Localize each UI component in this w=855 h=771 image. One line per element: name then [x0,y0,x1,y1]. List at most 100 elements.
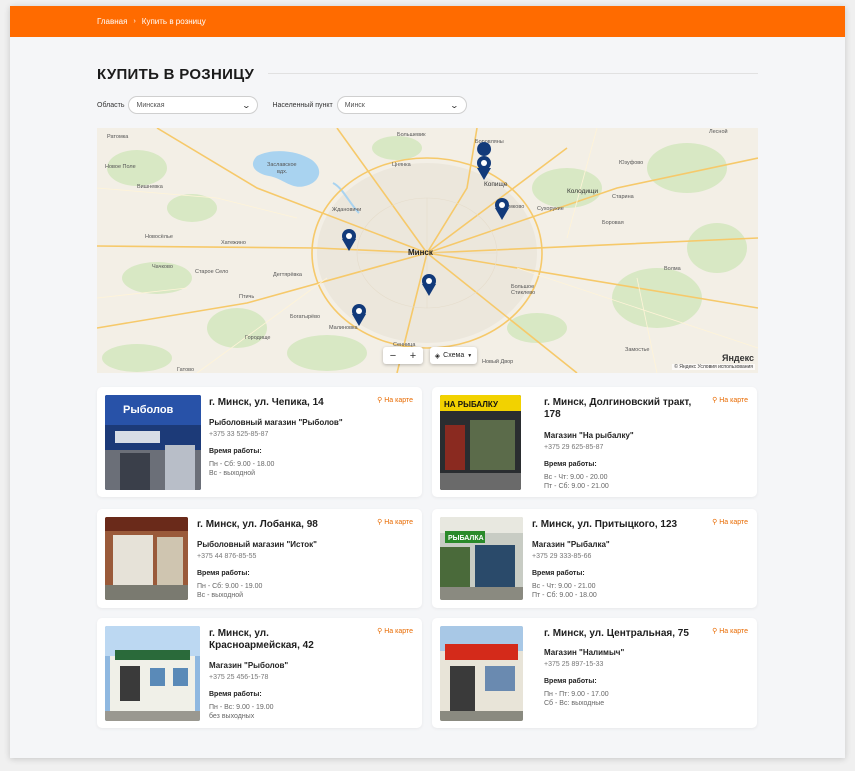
svg-text:Богатырёво: Богатырёво [290,314,320,320]
map-pin-icon: ⚲ [712,519,718,526]
show-on-map-link[interactable]: ⚲ На карте [377,627,413,636]
show-on-map-link[interactable]: ⚲ На карте [712,396,748,405]
store-name: Магазин "Рыболов" [209,661,289,670]
store-card: г. Минск, ул. Центральная, 75 ⚲ На карте … [432,618,757,728]
show-on-map-link[interactable]: ⚲ На карте [377,518,413,527]
show-on-map-label: На карте [384,518,413,526]
map-pin-icon: ⚲ [712,397,718,404]
svg-text:Колодищи: Колодищи [567,188,598,195]
city-select-value: Минск [344,101,365,109]
store-card: Рыболов г. Минск, ул. Чепика, 14 ⚲ На кар… [97,387,422,497]
store-sign: НА РЫБАЛКУ [444,400,499,409]
store-address: г. Минск, Долгиновский тракт, 178 [544,397,694,421]
svg-text:Цнянка: Цнянка [392,162,412,168]
hours-title: Время работы: [209,691,262,698]
show-on-map-label: На карте [384,627,413,635]
svg-text:Ратомка: Ратомка [107,134,129,140]
store-phone[interactable]: +375 33 525-85-87 [209,431,268,438]
svg-text:Копище: Копище [484,181,508,188]
store-hours-line2: Пт - Сб: 9.00 - 21.00 [544,483,609,490]
hours-title: Время работы: [544,461,597,468]
show-on-map-link[interactable]: ⚲ На карте [377,396,413,405]
svg-text:Стиклево: Стиклево [511,290,535,296]
svg-text:Малиновка: Малиновка [329,325,359,331]
caret-down-icon: ▼ [467,352,473,359]
svg-text:Гатово: Гатово [177,367,194,373]
show-on-map-label: На карте [719,396,748,404]
store-phone[interactable]: +375 29 333-85-66 [532,553,591,560]
map-type-label: Схема [443,352,465,359]
store-name: Магазин "На рыбалку" [544,431,634,440]
store-hours-line2: Вс - выходной [209,470,256,477]
store-photo: РЫБАЛКА [440,517,523,600]
hours-title: Время работы: [532,570,585,577]
store-sign: РЫБАЛКА [448,535,484,542]
svg-text:Сухорукие: Сухорукие [537,206,564,212]
show-on-map-label: На карте [719,518,748,526]
store-sign: Рыболов [123,404,174,416]
store-phone[interactable]: +375 25 456-15-78 [209,674,268,681]
store-phone[interactable]: +375 25 897-15-33 [544,661,603,668]
zoom-out-button[interactable]: − [390,350,396,362]
store-address: г. Минск, ул. Центральная, 75 [544,628,689,639]
svg-text:Чачково: Чачково [152,264,173,270]
svg-text:Минск: Минск [408,248,434,257]
svg-text:Новое Поле: Новое Поле [105,164,136,170]
svg-text:Новый Двор: Новый Двор [482,358,513,365]
map-type-button[interactable]: ◈ Схема ▼ [430,347,477,364]
breadcrumb-home-link[interactable]: Главная [97,17,127,26]
store-photo [440,626,523,721]
hours-title: Время работы: [544,678,597,685]
svg-text:Хатежино: Хатежино [221,240,246,246]
hours-title: Время работы: [209,448,262,455]
hours-title: Время работы: [197,570,250,577]
layers-icon: ◈ [434,352,441,360]
svg-text:Дегтярёвка: Дегтярёвка [273,272,303,278]
breadcrumb-separator: › [133,18,136,25]
map-pin-icon: ⚲ [712,628,718,635]
show-on-map-label: На карте [384,396,413,404]
show-on-map-link[interactable]: ⚲ На карте [712,518,748,527]
store-hours-line2: Сб - Вс: выходные [544,700,605,707]
store-address: г. Минск, ул. Красноармейская, 42 [209,628,314,652]
store-address-text: г. Минск, Долгиновский тракт, 178 [544,397,692,420]
region-select[interactable]: Минская ⌄ [128,96,259,114]
store-phone[interactable]: +375 29 625-85-87 [544,444,603,451]
store-card: РЫБАЛКА г. Минск, ул. Притыцкого, 123 ⚲ Н… [432,509,757,608]
svg-text:Юзуфово: Юзуфово [619,160,643,166]
city-select[interactable]: Минск ⌄ [336,96,467,114]
store-map[interactable]: Заславское вдх. Боровляны Копище Колодищи… [97,128,758,373]
store-hours-line2: Пт - Сб: 9.00 - 18.00 [532,592,597,599]
store-photo [105,517,188,600]
svg-text:Старина: Старина [612,194,635,200]
svg-text:Замостье: Замостье [625,347,649,353]
svg-text:Боровая: Боровая [602,220,624,226]
store-address: г. Минск, ул. Чепика, 14 [209,397,324,408]
store-address-line2: Красноармейская, 42 [209,640,314,651]
yandex-logo: Яндекс [721,353,754,363]
store-photo: Рыболов [105,395,201,490]
show-on-map-link[interactable]: ⚲ На карте [712,627,748,636]
region-label: Область [97,101,125,109]
store-name: Рыболовный магазин "Рыболов" [209,418,343,427]
breadcrumb: Главная › Купить в розницу [10,6,845,37]
store-address: г. Минск, ул. Притыцкого, 123 [532,519,678,530]
map-copyright[interactable]: © Яндекс Условия использования [672,364,755,370]
store-address: г. Минск, ул. Лобанка, 98 [197,519,318,530]
store-photo [105,626,200,721]
svg-text:Старое Село: Старое Село [195,269,228,275]
zoom-in-button[interactable]: + [410,350,416,362]
svg-text:Вишневка: Вишневка [137,184,164,190]
svg-text:Птичь: Птичь [239,294,254,300]
store-name: Магазин "Рыбалка" [532,540,610,549]
store-phone[interactable]: +375 44 876-85-55 [197,553,256,560]
filters-row: Область Минская ⌄ Населенный пункт Минск… [97,96,467,114]
store-photo: НА РЫБАЛКУ [440,395,521,490]
store-card: НА РЫБАЛКУ г. Минск, Долгиновский тракт,… [432,387,757,497]
svg-text:Новосёлье: Новосёлье [145,234,173,240]
show-on-map-label: На карте [719,627,748,635]
chevron-down-icon: ⌄ [449,100,460,110]
svg-text:Ждановичи: Ждановичи [332,207,361,213]
map-zoom-control: − + [383,347,423,364]
map-pin-icon: ⚲ [377,628,383,635]
